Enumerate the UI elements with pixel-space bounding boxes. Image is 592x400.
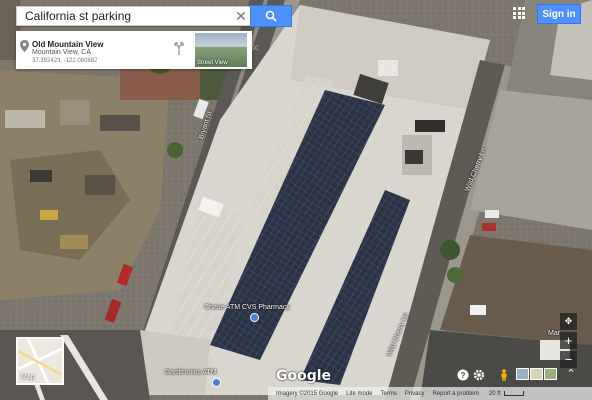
search-button[interactable] [250, 5, 292, 27]
clear-search-icon[interactable]: ✕ [231, 7, 251, 25]
earth-layer-thumbnail[interactable] [544, 368, 557, 380]
search-input[interactable]: California st parking [17, 9, 231, 23]
help-icon[interactable]: ? [457, 369, 469, 381]
compass-icon[interactable]: ✥ [560, 313, 577, 330]
place-name[interactable]: Old Mountain View [32, 40, 103, 49]
scale-label: 20 ft [488, 390, 501, 397]
close-icon[interactable]: ✕ [250, 41, 262, 55]
scale-bar[interactable]: 20 ft [489, 391, 524, 397]
search-box[interactable]: California st parking ✕ [16, 6, 252, 26]
poi-marker-cardtronics[interactable] [212, 378, 221, 387]
traffic-layer-thumbnail[interactable] [516, 368, 529, 380]
google-logo: Google [276, 368, 332, 384]
terms-link[interactable]: Terms [380, 391, 396, 397]
imagery-thumbnails[interactable] [516, 368, 557, 380]
lite-mode-link[interactable]: Lite mode [346, 391, 372, 397]
imagery-attribution: Imagery ©2015 Google [276, 390, 339, 397]
street-view-thumbnail[interactable]: Street View [195, 33, 247, 67]
search-icon [265, 10, 277, 22]
settings-icon[interactable] [473, 369, 485, 381]
zoom-controls: ✥ + − [560, 313, 577, 370]
apps-grid-icon[interactable] [513, 7, 525, 19]
zoom-in-icon[interactable]: + [560, 332, 577, 349]
scale-bar-line [503, 391, 524, 396]
zoom-out-icon[interactable]: − [560, 351, 577, 368]
svg-text:?: ? [461, 371, 466, 380]
minimap-label: Map [21, 374, 35, 381]
poi-label-chase-cvs[interactable]: Chase ATM CVS Pharmacy [204, 304, 290, 311]
location-pin-icon [20, 40, 29, 52]
place-card[interactable]: Old Mountain View Mountain View, CA 37.3… [16, 31, 260, 69]
place-address: Mountain View, CA [32, 49, 92, 56]
place-coordinates: 37.392423, -122.080882 [32, 58, 98, 64]
poi-marker-chase-cvs[interactable] [250, 313, 259, 322]
directions-icon[interactable] [172, 41, 186, 55]
pegman-icon[interactable] [498, 369, 510, 381]
terrain-layer-thumbnail[interactable] [530, 368, 543, 380]
poi-label-cardtronics[interactable]: Cardtronics ATM [165, 369, 217, 376]
privacy-link[interactable]: Privacy [405, 391, 425, 397]
sign-in-button[interactable]: Sign in [537, 4, 581, 24]
map-footer: Imagery ©2015 Google Lite mode Terms Pri… [268, 387, 592, 400]
map-view-toggle[interactable]: Map [16, 337, 64, 385]
chevron-up-icon[interactable]: ⌃ [565, 368, 577, 380]
poi-label-mar[interactable]: Mar [548, 330, 560, 337]
report-problem-link[interactable]: Report a problem [433, 391, 479, 397]
street-view-label: Street View [197, 60, 228, 66]
